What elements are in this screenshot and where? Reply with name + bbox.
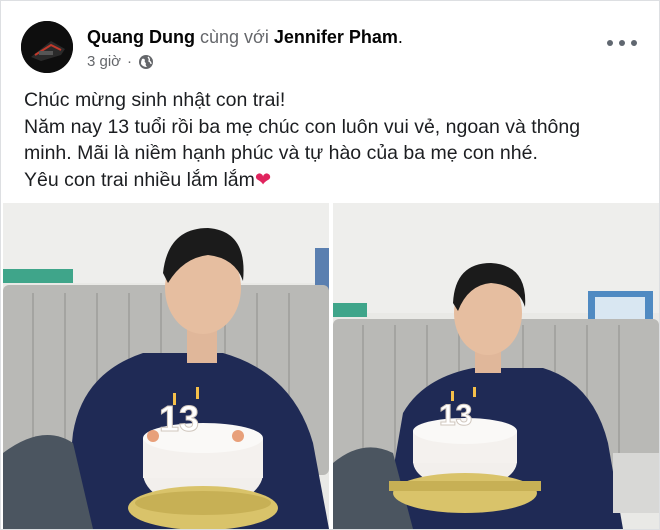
candle-number: 13 [159,398,199,439]
separator: · [127,53,133,70]
heart-emoji: ❤ [254,168,272,191]
author-avatar[interactable] [21,21,73,73]
post-subline: 3 giờ · [87,53,403,70]
photo-1[interactable]: 13 [3,203,329,529]
tagged-name[interactable]: Jennifer Pham [274,27,398,47]
post-card: Quang Dung cùng với Jennifer Pham. 3 giờ… [0,0,660,530]
post-header: Quang Dung cùng với Jennifer Pham. 3 giờ… [21,21,639,77]
period: . [397,27,403,47]
globe-icon[interactable] [138,54,154,70]
dot [619,40,625,46]
post-meta: Quang Dung cùng với Jennifer Pham. 3 giờ… [87,25,403,70]
post-time[interactable]: 3 giờ [87,53,121,70]
candle-number: 13 [439,399,472,432]
dot [631,40,637,46]
post-text: Chúc mừng sinh nhật con trai! Năm nay 13… [24,87,629,193]
more-options-icon[interactable] [607,35,637,51]
post-text-line: Chúc mừng sinh nhật con trai! [24,89,286,111]
post-text-line: minh. Mãi là niềm hạnh phúc và tự hào củ… [24,142,538,164]
with-text: cùng với [200,27,269,47]
photo-grid: 13 13 [3,203,659,529]
author-name[interactable]: Quang Dung [87,27,195,47]
post-text-line: Năm nay 13 tuổi rồi ba mẹ chúc con luôn … [24,115,581,138]
photo-2[interactable]: 13 [333,203,659,529]
author-line: Quang Dung cùng với Jennifer Pham. [87,25,403,49]
dot [607,40,613,46]
post-text-line: Yêu con trai nhiều lắm lắm [24,168,255,191]
post-text-line-last: Yêu con trai nhiều lắm lắm❤ [24,167,629,194]
